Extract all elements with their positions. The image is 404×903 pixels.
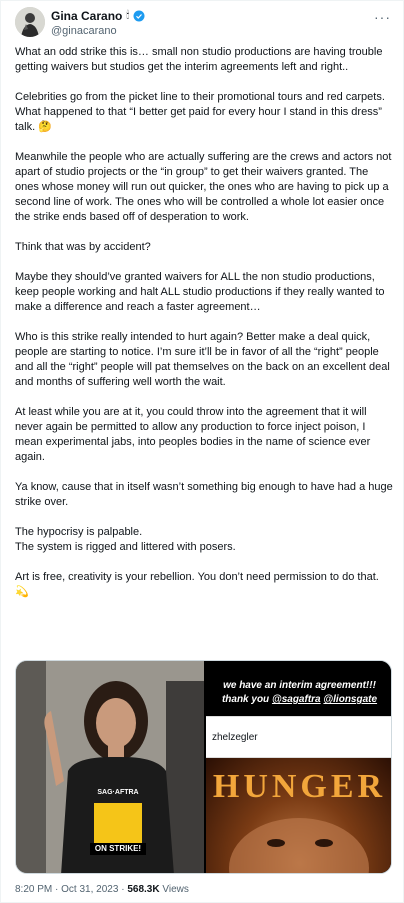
- tweet-paragraph-8: Ya know, cause that in itself wasn’t som…: [15, 481, 393, 508]
- views-label: Views: [162, 884, 189, 895]
- movie-poster: HUNGER: [206, 758, 391, 873]
- tweet-media: SAG·AFTRA ON STRIKE! we have an interim …: [15, 660, 392, 874]
- tweet-header: Gina Carano 🕯 @ginacarano ···: [15, 7, 395, 43]
- tweet-paragraph-6: Who is this strike really intended to hu…: [15, 331, 390, 388]
- user-handle[interactable]: @ginacarano: [51, 25, 117, 37]
- tweet-paragraph-10: Art is free, creativity is your rebellio…: [15, 571, 379, 598]
- tweet-paragraph-2: Celebrities go from the picket line to t…: [15, 91, 385, 133]
- tweet-paragraph-9: The hypocrisy is palpable. The system is…: [15, 526, 236, 553]
- story-line-1: we have an interim agreement!!!: [223, 680, 376, 691]
- shirt-text-on-strike: ON STRIKE!: [90, 843, 146, 855]
- more-options-icon[interactable]: ···: [374, 9, 391, 25]
- tweet-time[interactable]: 8:20 PM: [15, 884, 52, 895]
- story-mention-lionsgate: @lionsgate: [323, 694, 378, 705]
- verified-badge-icon: [133, 10, 145, 22]
- footer-separator-2: ·: [121, 884, 125, 895]
- story-caption: we have an interim agreement!!! thank yo…: [206, 679, 391, 707]
- tweet-paragraph-3: Meanwhile the people who are actually su…: [15, 151, 392, 223]
- story-line-2-prefix: thank you: [221, 694, 272, 705]
- footer-separator-1: ·: [55, 884, 59, 895]
- story-username: zhelzegler: [212, 732, 258, 743]
- story-username-bar: zhelzegler: [206, 716, 391, 758]
- tweet-footer: 8:20 PM · Oct 31, 2023 · 568.3K Views: [15, 884, 189, 895]
- tweet-text: What an odd strike this is… small non st…: [15, 45, 393, 615]
- avatar-image: [15, 7, 45, 37]
- display-name[interactable]: Gina Carano: [51, 9, 122, 23]
- shirt-text-sag-aftra: SAG·AFTRA: [97, 789, 139, 796]
- poster-face-art: [229, 818, 369, 873]
- instagram-story-screenshot[interactable]: we have an interim agreement!!! thank yo…: [206, 661, 391, 873]
- tweet-card: Gina Carano 🕯 @ginacarano ··· What an od…: [0, 0, 404, 903]
- torch-emoji: 🕯: [126, 10, 130, 21]
- tweet-paragraph-5: Maybe they should’ve granted waivers for…: [15, 271, 385, 313]
- tweet-paragraph-7: At least while you are at it, you could …: [15, 406, 371, 463]
- story-line-2: thank you @sagaftra @lionsgate: [206, 693, 391, 707]
- protest-photo[interactable]: SAG·AFTRA ON STRIKE!: [16, 661, 204, 873]
- views-count: 568.3K: [127, 884, 160, 895]
- tweet-paragraph-1: What an odd strike this is… small non st…: [15, 46, 383, 73]
- avatar[interactable]: [15, 7, 45, 37]
- story-mention-sagaftra: @sagaftra: [271, 694, 321, 705]
- tweet-date[interactable]: Oct 31, 2023: [61, 884, 118, 895]
- tweet-paragraph-4: Think that was by accident?: [15, 241, 151, 253]
